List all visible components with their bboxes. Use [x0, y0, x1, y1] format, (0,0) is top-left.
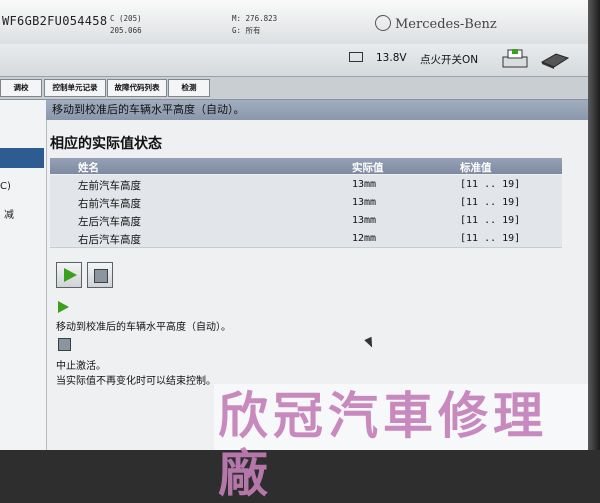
row-name: 右后汽车高度: [78, 234, 141, 246]
mercedes-star-icon: [375, 15, 391, 31]
row-standard: [11 .. 19]: [460, 215, 521, 226]
model-code: C (205): [110, 14, 142, 23]
left-pane-fragment-2: 减: [4, 210, 14, 221]
play-icon: [64, 268, 77, 282]
left-pane-selected-item[interactable]: [0, 148, 44, 168]
stop-icon: [94, 269, 108, 283]
stop-hint: 当实际值不再变化时可以结束控制。: [56, 376, 216, 387]
row-actual: 12mm: [352, 233, 377, 244]
row-standard: [11 .. 19]: [460, 233, 521, 244]
row-actual: 13mm: [352, 197, 377, 208]
left-pane-fragment-1: C): [0, 181, 11, 192]
engine-code: M: 276.823: [232, 14, 278, 23]
voltage-readout: 13.8V: [376, 52, 407, 64]
tab-test[interactable]: 检测: [168, 79, 210, 97]
battery-icon: [349, 52, 363, 62]
row-actual: 13mm: [352, 215, 377, 226]
tab-adjust[interactable]: 调校: [0, 79, 42, 97]
diagnostic-screen: WF6GB2FU054458 C (205) 205.066 M: 276.82…: [0, 0, 588, 450]
start-button[interactable]: [56, 262, 82, 288]
row-standard: [11 .. 19]: [460, 179, 521, 190]
stop-icon: [58, 338, 71, 351]
play-description: 移动到校准后的车辆水平高度（自动）。: [56, 322, 231, 333]
column-name: 姓名: [78, 162, 99, 174]
row-actual: 13mm: [352, 179, 377, 190]
stop-button[interactable]: [87, 262, 113, 288]
printer-icon[interactable]: [500, 48, 530, 70]
stop-description: 中止激活。: [56, 361, 106, 372]
ignition-status: 点火开关ON: [420, 54, 479, 66]
monitor-bezel: [588, 0, 600, 450]
brand-label: Mercedes-Benz: [395, 17, 497, 32]
tab-control-unit-log[interactable]: 控制单元记录: [44, 79, 106, 97]
header-bar: WF6GB2FU054458 C (205) 205.066 M: 276.82…: [0, 0, 588, 44]
column-standard: 标准值: [460, 162, 492, 174]
row-name: 左前汽车高度: [78, 180, 141, 192]
row-standard: [11 .. 19]: [460, 197, 521, 208]
row-name: 左后汽车高度: [78, 216, 141, 228]
row-name: 右前汽车高度: [78, 198, 141, 210]
play-icon: [58, 301, 69, 313]
toolbox-icon[interactable]: [540, 48, 570, 70]
section-title: 相应的实际值状态: [50, 136, 162, 152]
watermark-text: 欣冠汽車修理廠: [218, 387, 548, 503]
vin-label: WF6GB2FU054458: [2, 14, 108, 28]
page-title: 移动到校准后的车辆水平高度（自动）。: [46, 100, 588, 120]
transmission-code: G: 所有: [232, 26, 261, 35]
mouse-cursor-icon: [364, 336, 376, 350]
model-number: 205.066: [110, 26, 142, 35]
tab-fault-code-list[interactable]: 故障代码列表: [107, 79, 167, 97]
column-actual: 实际值: [352, 162, 384, 174]
